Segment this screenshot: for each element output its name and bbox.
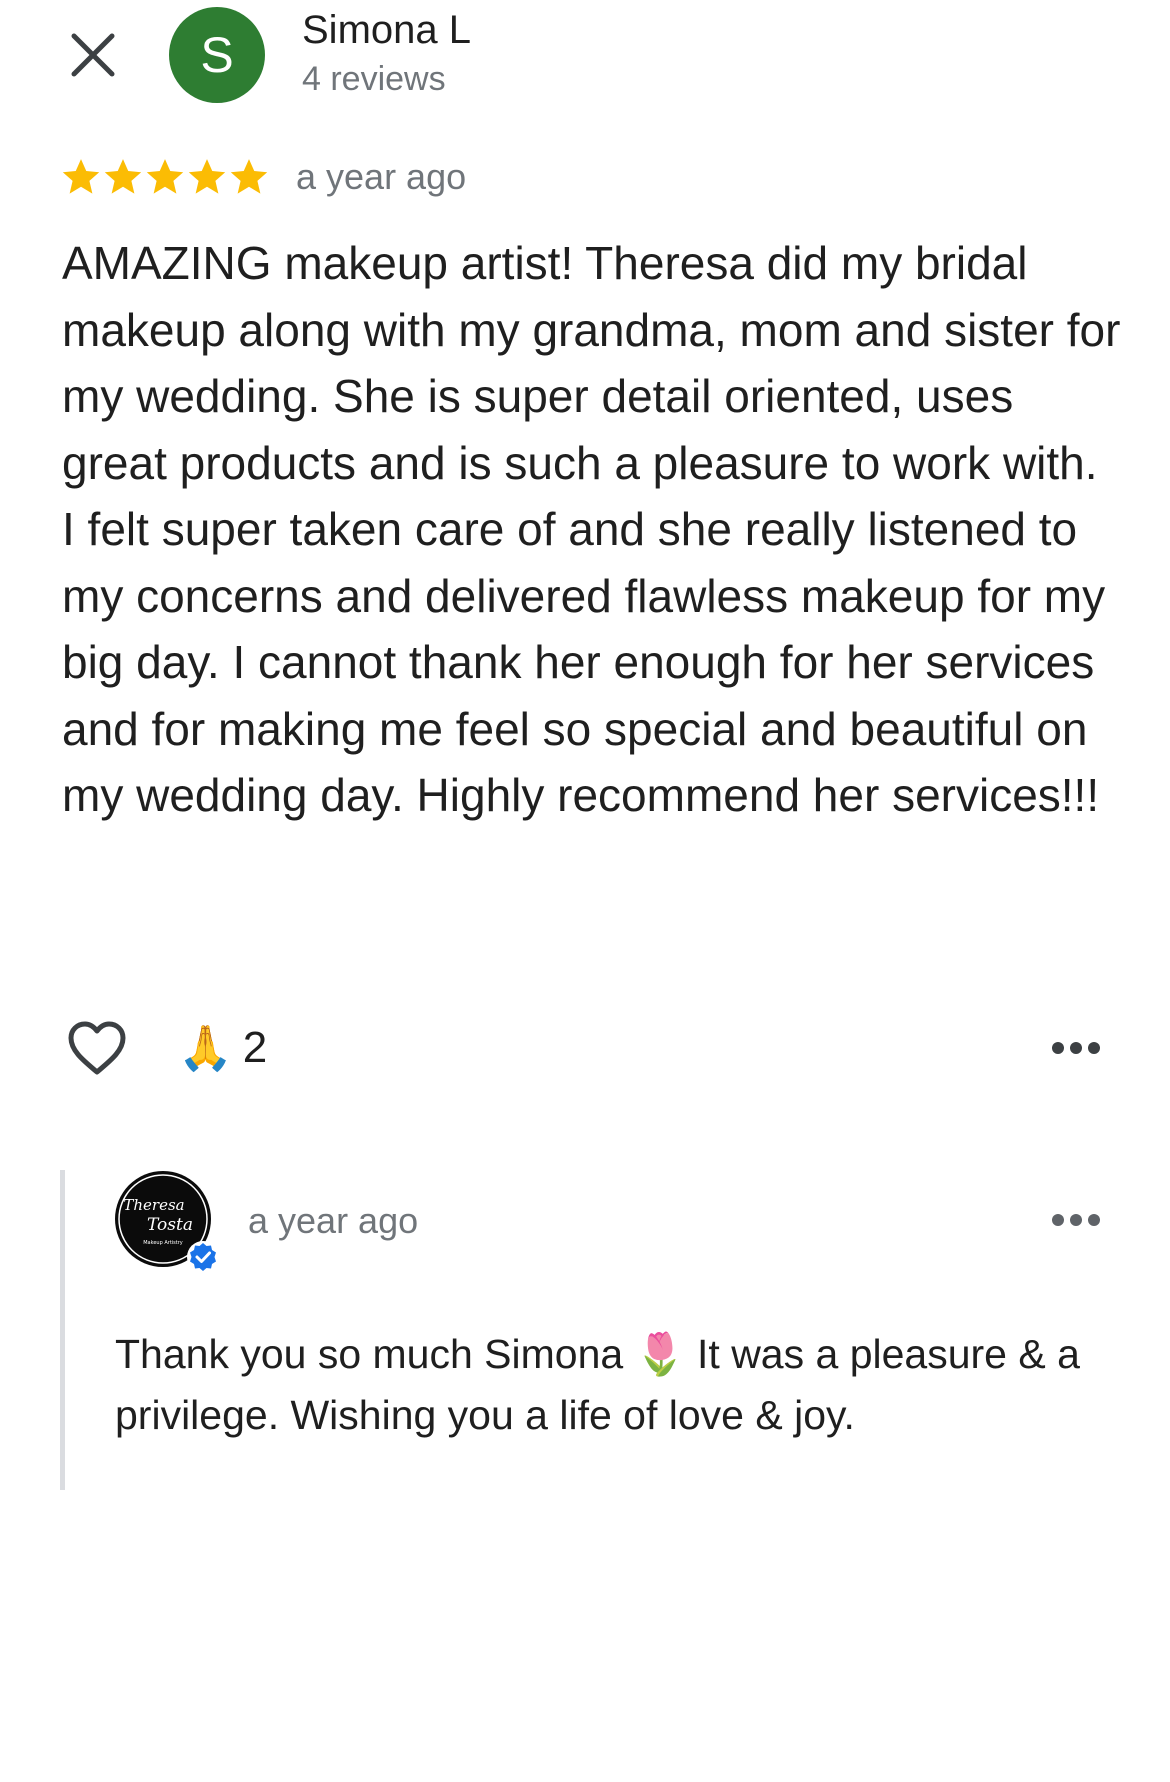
owner-reply-time: a year ago xyxy=(248,1200,419,1241)
reviewer-name[interactable]: Simona L xyxy=(302,8,471,53)
review-more-button[interactable] xyxy=(1050,1036,1102,1060)
reaction-count: 2 xyxy=(242,1023,268,1072)
like-button[interactable] xyxy=(66,1020,128,1076)
more-horizontal-icon xyxy=(1052,1214,1100,1226)
more-horizontal-icon xyxy=(1052,1042,1100,1054)
reaction-chip[interactable]: 🙏 2 xyxy=(178,1022,267,1074)
close-icon xyxy=(71,33,115,77)
star-icon xyxy=(230,159,268,194)
owner-logo-subtitle: Makeup Artistry xyxy=(143,1240,183,1246)
verified-badge-icon xyxy=(187,1241,219,1273)
owner-avatar[interactable]: Theresa Tosta Makeup Artistry xyxy=(114,1170,219,1273)
owner-logo-line2: Tosta xyxy=(147,1215,193,1235)
star-rating xyxy=(60,156,270,200)
reply-indent-bar xyxy=(60,1170,65,1490)
review-text: AMAZING makeup artist! Theresa did my br… xyxy=(62,237,1121,821)
heart-outline-icon xyxy=(68,1021,126,1075)
star-icon xyxy=(104,159,142,194)
close-button[interactable] xyxy=(66,28,120,82)
reviewer-avatar[interactable]: S xyxy=(169,7,265,103)
star-icon xyxy=(188,159,226,194)
reply-more-button[interactable] xyxy=(1050,1208,1102,1232)
review-time: a year ago xyxy=(296,156,467,197)
reviewer-review-count: 4 reviews xyxy=(302,60,446,98)
owner-logo-line1: Theresa xyxy=(123,1196,184,1214)
star-icon xyxy=(62,159,100,194)
star-icon xyxy=(146,159,184,194)
folded-hands-emoji-icon: 🙏 xyxy=(178,1024,233,1073)
owner-reply-text: Thank you so much Simona 🌷 It was a plea… xyxy=(115,1331,1080,1438)
